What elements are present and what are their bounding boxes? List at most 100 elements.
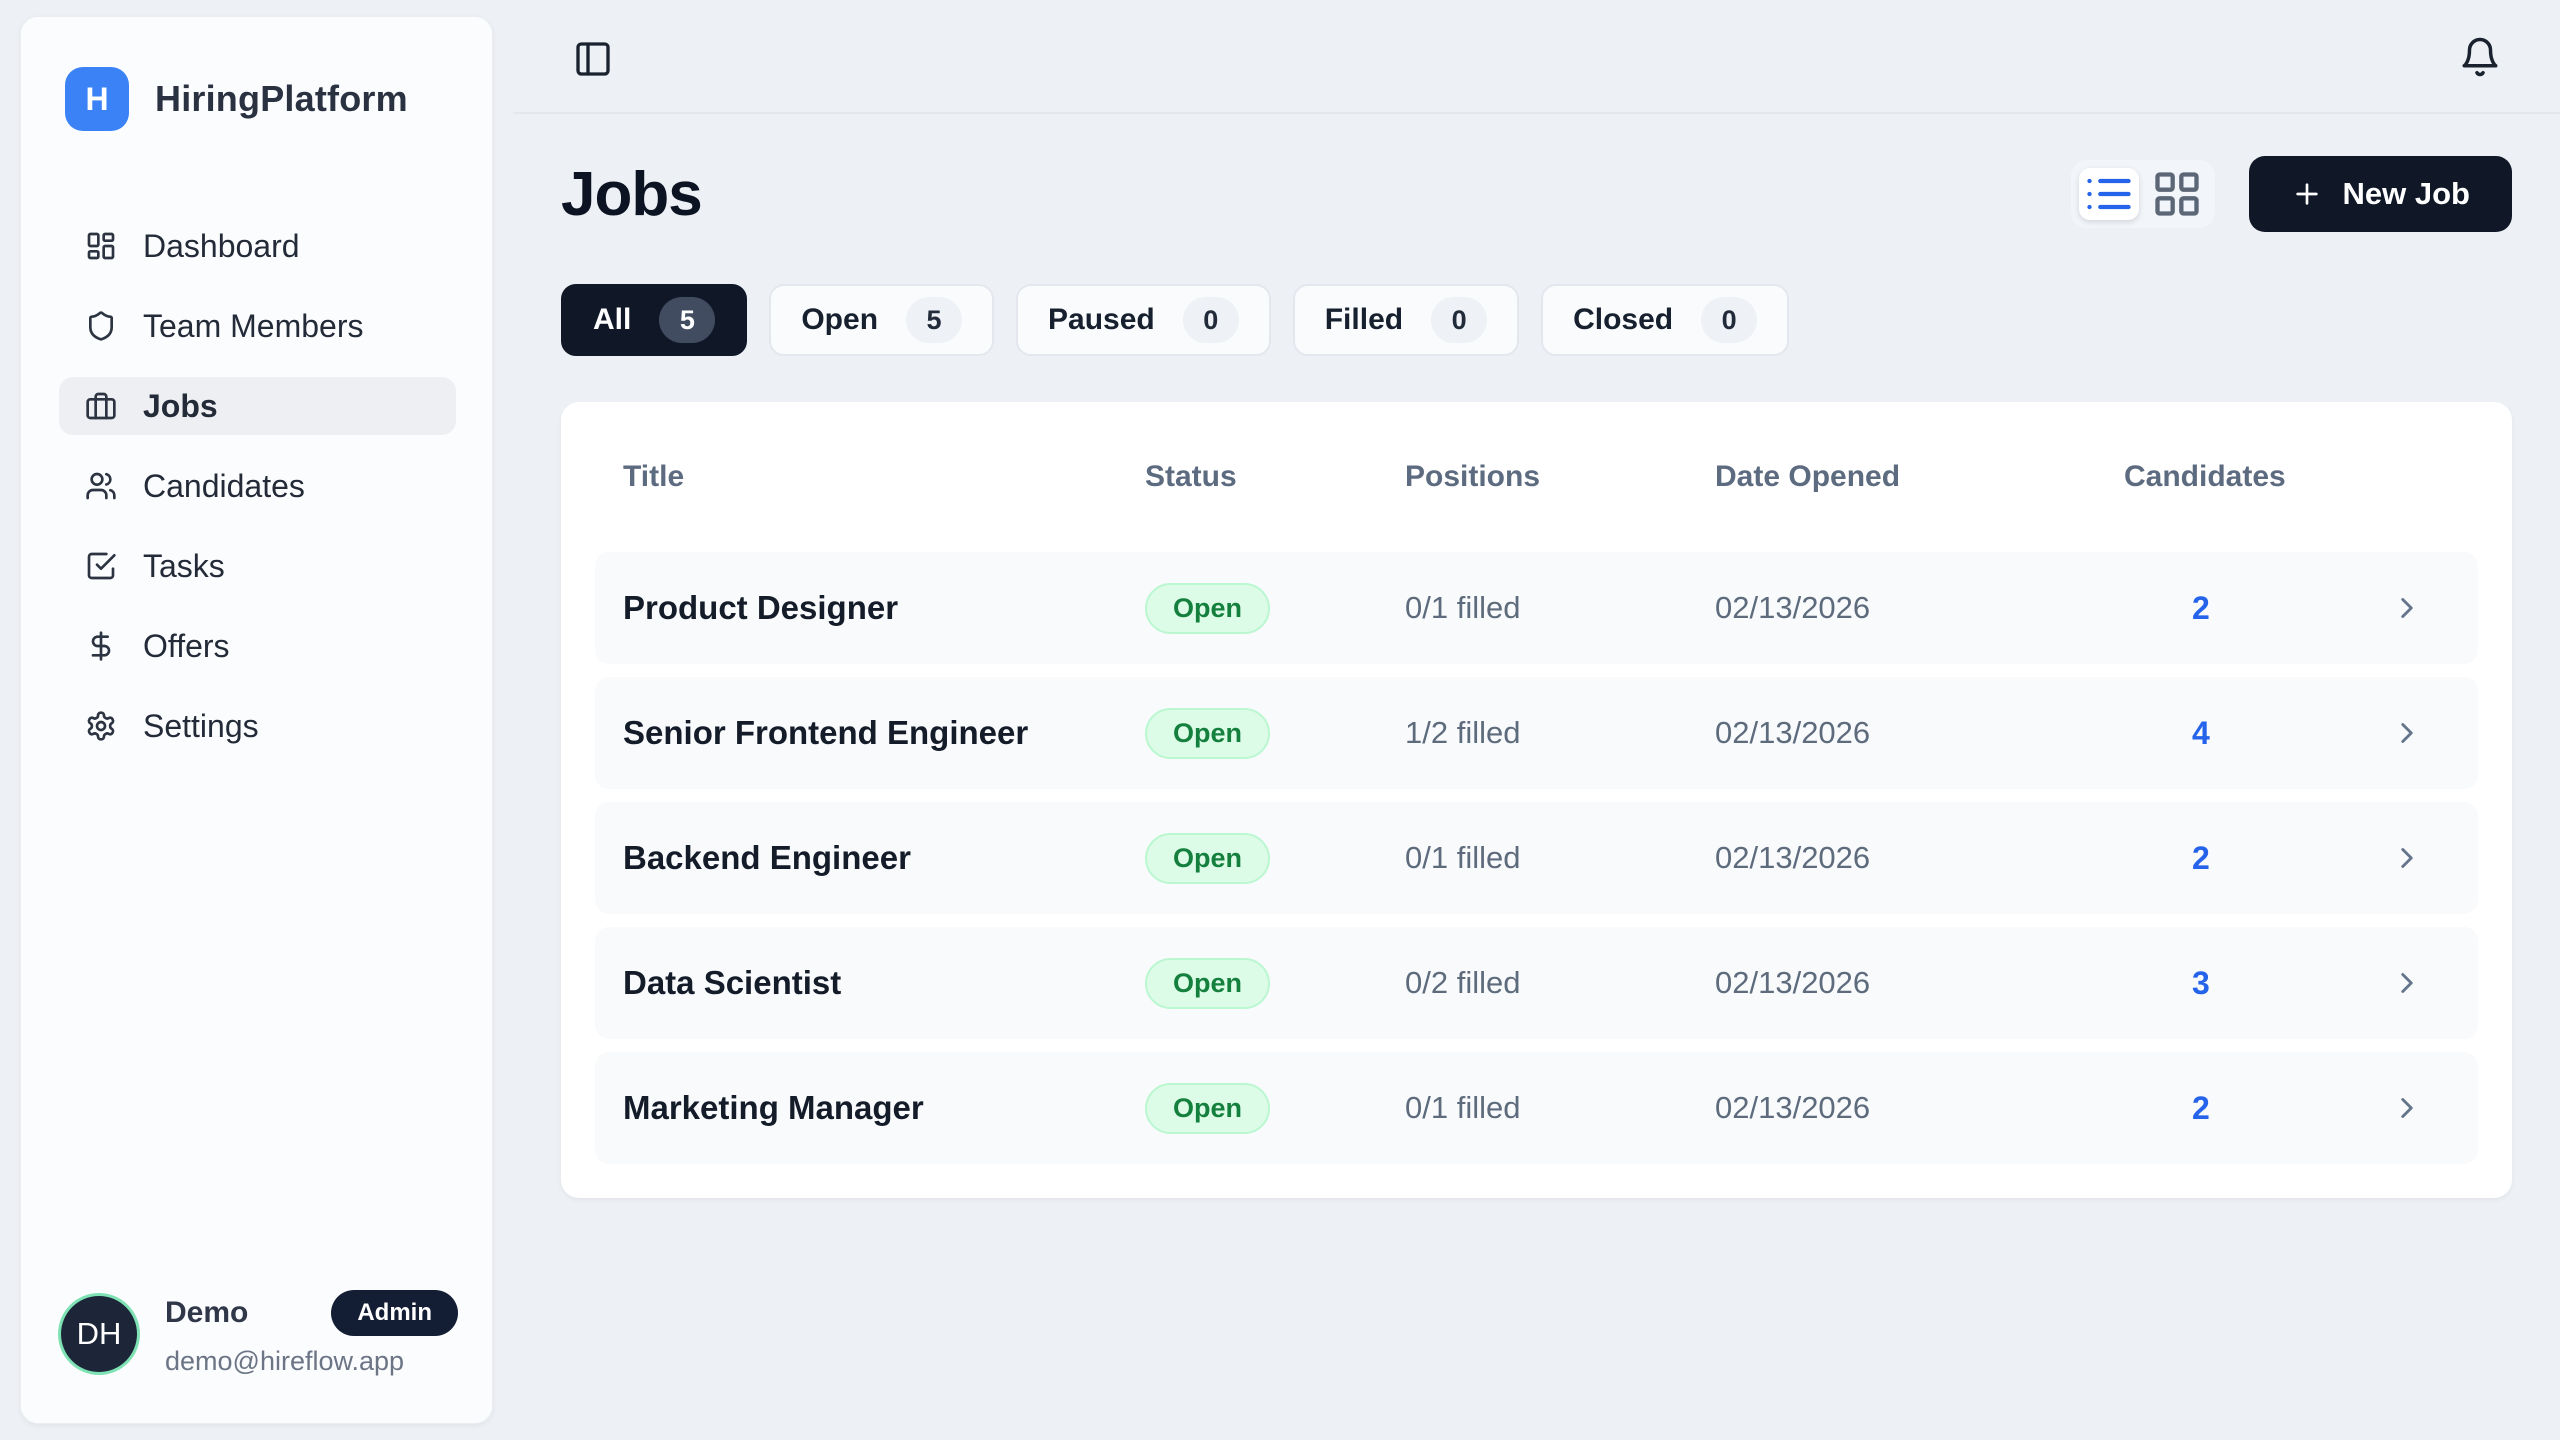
sidebar-item-label: Offers <box>143 628 230 665</box>
user-card[interactable]: DH Demo Admin demo@hireflow.app <box>21 1260 492 1423</box>
page-header: Jobs New Job <box>561 156 2512 232</box>
chevron-right-icon <box>2390 716 2424 750</box>
users-icon <box>85 470 117 502</box>
filter-tab-paused[interactable]: Paused 0 <box>1016 284 1271 356</box>
sidebar-item-settings[interactable]: Settings <box>59 697 456 755</box>
column-header-positions: Positions <box>1405 460 1715 494</box>
filter-tabs: All5 Open 5 Paused 0 Filled 0 Closed 0 <box>561 284 2512 356</box>
list-icon <box>2079 168 2139 220</box>
brand-logo: H <box>65 67 129 131</box>
role-badge: Admin <box>331 1290 458 1336</box>
job-row[interactable]: Product DesignerOpen 0/1 filled02/13/2026… <box>595 552 2478 664</box>
job-title: Product Designer <box>623 589 1145 627</box>
status-badge: Open <box>1145 708 1270 759</box>
status-badge: Open <box>1145 958 1270 1009</box>
list-view-button[interactable] <box>2079 168 2139 220</box>
positions-cell: 0/2 filled <box>1405 965 1715 1001</box>
new-job-button[interactable]: New Job <box>2249 156 2512 232</box>
filter-tab-label: Closed <box>1573 303 1673 337</box>
sidebar-item-jobs[interactable]: Jobs <box>59 377 456 435</box>
sidebar-nav: Dashboard Team Members Jobs Candidates Tasks… <box>21 131 492 755</box>
column-header-status: Status <box>1145 460 1405 494</box>
new-job-label: New Job <box>2343 176 2470 212</box>
candidates-count[interactable]: 2 <box>2110 1090 2390 1127</box>
date-opened-cell: 02/13/2026 <box>1715 715 2110 751</box>
status-badge: Open <box>1145 583 1270 634</box>
chevron-right-icon <box>2390 1091 2424 1125</box>
positions-cell: 0/1 filled <box>1405 590 1715 626</box>
job-title: Marketing Manager <box>623 1089 1145 1127</box>
sidebar-item-dashboard[interactable]: Dashboard <box>59 217 456 275</box>
filter-tab-label: Filled <box>1325 303 1403 337</box>
shield-icon <box>85 310 117 342</box>
row-chevron-button[interactable] <box>2390 716 2424 750</box>
column-header-title: Title <box>623 460 1145 494</box>
candidates-count[interactable]: 2 <box>2110 590 2390 627</box>
filter-tab-all[interactable]: All5 <box>561 284 747 356</box>
avatar-initials: DH <box>77 1316 122 1352</box>
dashboard-icon <box>85 230 117 262</box>
chevron-right-icon <box>2390 841 2424 875</box>
sidebar-item-label: Dashboard <box>143 228 300 265</box>
dollar-icon <box>85 630 117 662</box>
main-content: Jobs New Job All5Open5Paused0Filled0Clos… <box>561 156 2512 1198</box>
job-title: Backend Engineer <box>623 839 1145 877</box>
row-chevron-button[interactable] <box>2390 1091 2424 1125</box>
task-check-icon <box>85 550 117 582</box>
status-badge: Open <box>1145 1083 1270 1134</box>
date-opened-cell: 02/13/2026 <box>1715 1090 2110 1126</box>
candidates-count[interactable]: 2 <box>2110 840 2390 877</box>
job-row[interactable]: Data ScientistOpen0/2 filled02/13/20263 <box>595 927 2478 1039</box>
sidebar-item-candidates[interactable]: Candidates <box>59 457 456 515</box>
filter-tab-open[interactable]: Open 5 <box>769 284 994 356</box>
grid-view-button[interactable] <box>2147 168 2207 220</box>
filter-tab-closed[interactable]: Closed 0 <box>1541 284 1789 356</box>
briefcase-icon <box>85 390 117 422</box>
sidebar-toggle-button[interactable] <box>573 39 613 79</box>
row-chevron-button[interactable] <box>2390 841 2424 875</box>
date-opened-cell: 02/13/2026 <box>1715 965 2110 1001</box>
sidebar: H HiringPlatform DashboardTeam MembersJo… <box>20 16 493 1424</box>
job-row[interactable]: Backend EngineerOpen 0/1 filled02/13/2026… <box>595 802 2478 914</box>
candidates-count[interactable]: 4 <box>2110 715 2390 752</box>
gear-icon <box>85 710 117 742</box>
positions-cell: 0/1 filled <box>1405 840 1715 876</box>
filter-tab-count: 5 <box>906 297 962 343</box>
job-row[interactable]: Marketing ManagerOpen 0/1 filled02/13/202… <box>595 1052 2478 1164</box>
filter-tab-label: Open <box>801 303 878 337</box>
filter-tab-label: Paused <box>1048 303 1155 337</box>
job-row[interactable]: Senior Frontend EngineerOpen 1/2 filled02… <box>595 677 2478 789</box>
job-title: Senior Frontend Engineer <box>623 714 1145 752</box>
date-opened-cell: 02/13/2026 <box>1715 840 2110 876</box>
candidates-count[interactable]: 3 <box>2110 965 2390 1002</box>
grid-icon <box>2147 168 2207 220</box>
filter-tab-filled[interactable]: Filled 0 <box>1293 284 1519 356</box>
sidebar-item-label: Tasks <box>143 548 225 585</box>
chevron-right-icon <box>2390 591 2424 625</box>
sidebar-item-offers[interactable]: Offers <box>59 617 456 675</box>
filter-tab-label: All <box>593 303 631 337</box>
sidebar-item-tasks[interactable]: Tasks <box>59 537 456 595</box>
date-opened-cell: 02/13/2026 <box>1715 590 2110 626</box>
positions-cell: 0/1 filled <box>1405 1090 1715 1126</box>
table-body: Product DesignerOpen0/1 filled02/13/2026… <box>595 552 2478 1164</box>
header-actions: New Job <box>2071 156 2512 232</box>
row-chevron-button[interactable] <box>2390 591 2424 625</box>
chevron-right-icon <box>2390 966 2424 1000</box>
filter-tab-count: 0 <box>1431 297 1487 343</box>
sidebar-item-label: Jobs <box>143 388 218 425</box>
filter-tab-count: 0 <box>1183 297 1239 343</box>
user-email: demo@hireflow.app <box>165 1346 458 1377</box>
sidebar-item-label: Team Members <box>143 308 364 345</box>
row-chevron-button[interactable] <box>2390 966 2424 1000</box>
sidebar-item-team-members[interactable]: Team Members <box>59 297 456 355</box>
view-toggle <box>2071 160 2215 228</box>
positions-cell: 1/2 filled <box>1405 715 1715 751</box>
filter-tab-count: 0 <box>1701 297 1757 343</box>
jobs-table: Title Status Positions Date Opened Candi… <box>561 402 2512 1198</box>
notifications-button[interactable] <box>2459 36 2501 78</box>
brand-initial: H <box>85 81 108 118</box>
plus-icon <box>2291 178 2323 210</box>
status-badge: Open <box>1145 833 1270 884</box>
dashboard-icon <box>85 230 117 262</box>
